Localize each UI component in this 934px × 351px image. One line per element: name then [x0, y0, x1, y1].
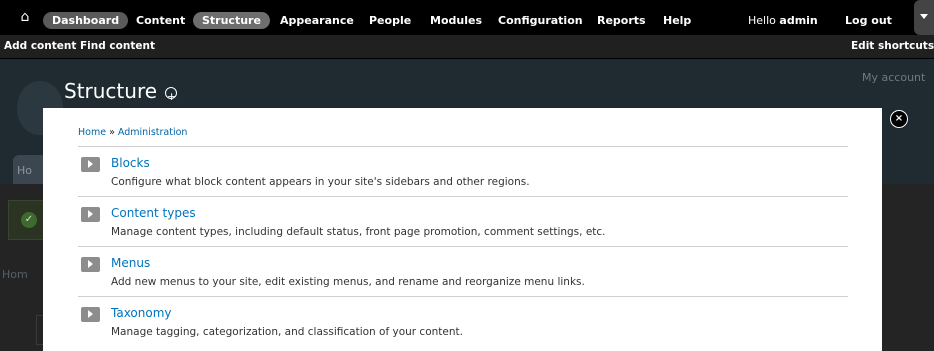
add-shortcut-icon[interactable]: [165, 84, 178, 110]
item-description: Manage content types, including default …: [111, 226, 606, 238]
expand-arrow-icon[interactable]: [81, 307, 100, 322]
shortcuts-bar: Add content Find content Edit shortcuts: [0, 35, 934, 59]
greeting-prefix: Hello: [748, 14, 780, 27]
admin-toolbar: ⌂ Dashboard Content Structure Appearance…: [0, 0, 934, 35]
item-description: Manage tagging, categorization, and clas…: [111, 326, 463, 338]
expand-arrow-icon[interactable]: [81, 257, 100, 272]
toolbar-dashboard[interactable]: Dashboard: [43, 12, 129, 29]
admin-list: Blocks Configure what block content appe…: [78, 146, 848, 346]
toolbar-people[interactable]: People: [369, 12, 411, 29]
breadcrumb-administration[interactable]: Administration: [118, 127, 188, 138]
breadcrumb: Home » Administration: [78, 127, 187, 138]
background-breadcrumb: Hom: [2, 268, 28, 281]
my-account-link[interactable]: My account: [862, 71, 925, 84]
greeting-username[interactable]: admin: [779, 14, 817, 27]
home-icon[interactable]: ⌂: [16, 8, 34, 26]
toolbar-modules[interactable]: Modules: [430, 12, 482, 29]
list-item-content-types: Content types Manage content types, incl…: [78, 196, 848, 246]
toolbar-reports[interactable]: Reports: [597, 12, 646, 29]
shortcut-find-content[interactable]: Find content: [80, 40, 155, 52]
item-title-content-types[interactable]: Content types: [111, 206, 196, 220]
toolbar-configuration[interactable]: Configuration: [498, 12, 583, 29]
breadcrumb-home[interactable]: Home: [78, 127, 106, 138]
item-description: Configure what block content appears in …: [111, 176, 530, 188]
breadcrumb-separator: »: [106, 127, 118, 138]
greeting: Hello admin: [748, 12, 818, 29]
expand-arrow-icon[interactable]: [81, 207, 100, 222]
toolbar-content[interactable]: Content: [136, 12, 185, 29]
expand-arrow-icon[interactable]: [81, 157, 100, 172]
item-title-taxonomy[interactable]: Taxonomy: [111, 306, 172, 320]
shortcut-add-content[interactable]: Add content: [4, 40, 76, 52]
page-title: Structure: [64, 78, 178, 110]
toolbar-help[interactable]: Help: [663, 12, 691, 29]
item-title-blocks[interactable]: Blocks: [111, 156, 150, 170]
logout-link[interactable]: Log out: [845, 12, 892, 29]
overlay-dialog: Home » Administration Blocks Configure w…: [43, 108, 882, 351]
close-icon[interactable]: ×: [890, 110, 908, 128]
edit-shortcuts-link[interactable]: Edit shortcuts: [851, 40, 934, 52]
list-item-taxonomy: Taxonomy Manage tagging, categorization,…: [78, 296, 848, 346]
toolbar-appearance[interactable]: Appearance: [280, 12, 354, 29]
list-item-blocks: Blocks Configure what block content appe…: [78, 146, 848, 196]
list-item-menus: Menus Add new menus to your site, edit e…: [78, 246, 848, 296]
page-title-text: Structure: [64, 79, 158, 103]
check-icon: ✓: [21, 212, 37, 228]
toolbar-structure[interactable]: Structure: [193, 12, 270, 29]
toolbar-toggle[interactable]: [914, 0, 934, 35]
chevron-down-icon: [920, 14, 928, 19]
item-description: Add new menus to your site, edit existin…: [111, 276, 585, 288]
item-title-menus[interactable]: Menus: [111, 256, 150, 270]
